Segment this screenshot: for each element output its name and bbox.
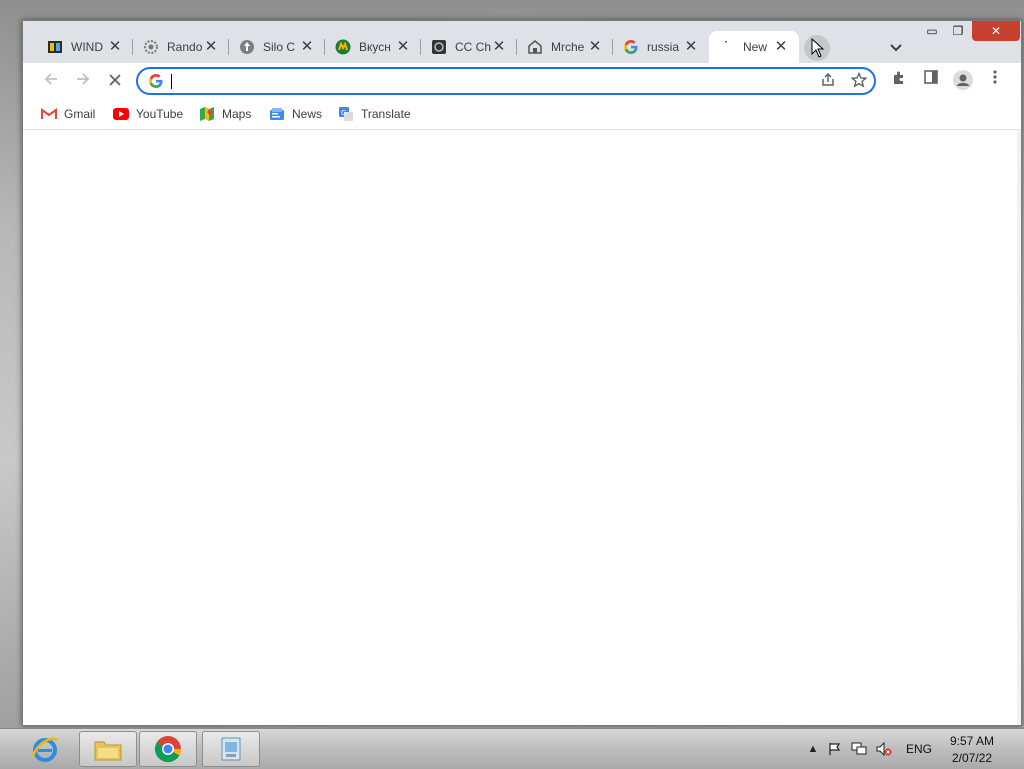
tab-mrche[interactable]: Mrche ✕ bbox=[517, 31, 613, 63]
chrome-button[interactable] bbox=[139, 731, 197, 767]
bookmark-youtube[interactable]: YouTube bbox=[113, 104, 183, 124]
app-button[interactable] bbox=[202, 731, 260, 767]
svg-text:G: G bbox=[341, 109, 346, 117]
network-icon[interactable] bbox=[851, 742, 867, 756]
address-bar[interactable] bbox=[136, 67, 876, 95]
internet-explorer-icon bbox=[31, 737, 58, 762]
folder-icon bbox=[94, 741, 122, 761]
back-icon[interactable] bbox=[39, 69, 63, 93]
maximize-button[interactable]: ❐ bbox=[945, 21, 971, 41]
close-icon[interactable]: ✕ bbox=[683, 39, 699, 55]
mouse-cursor-icon bbox=[811, 38, 825, 58]
share-icon[interactable] bbox=[818, 72, 838, 92]
show-hidden-icons-icon[interactable]: ▲ bbox=[805, 742, 821, 756]
page-content bbox=[23, 130, 1021, 725]
toolbar bbox=[23, 63, 1021, 99]
google-icon bbox=[623, 39, 639, 55]
bookmark-translate[interactable]: G Translate bbox=[338, 104, 411, 124]
gear-icon bbox=[143, 39, 159, 55]
game-icon bbox=[47, 39, 63, 55]
bookmark-label: YouTube bbox=[136, 107, 184, 121]
forward-icon[interactable] bbox=[71, 69, 95, 93]
volume-muted-icon[interactable] bbox=[876, 741, 892, 757]
vkusno-icon bbox=[335, 39, 351, 55]
file-explorer-button[interactable] bbox=[79, 731, 137, 767]
tab-title: New bbox=[743, 40, 768, 54]
tab-strip: WIND ✕ Rando ✕ Silo C ✕ Вкусн ✕ CC Ch ✕ … bbox=[23, 21, 1021, 63]
translate-icon: G bbox=[338, 106, 354, 122]
close-icon[interactable]: ✕ bbox=[395, 39, 411, 55]
close-icon[interactable]: ✕ bbox=[203, 39, 219, 55]
tab-russia[interactable]: russia ✕ bbox=[613, 31, 709, 63]
internet-explorer-button[interactable] bbox=[16, 731, 74, 767]
tab-random[interactable]: Rando ✕ bbox=[133, 31, 229, 63]
tab-vkusno[interactable]: Вкусн ✕ bbox=[325, 31, 421, 63]
close-icon[interactable]: ✕ bbox=[587, 39, 603, 55]
input-language[interactable]: ENG bbox=[906, 742, 932, 756]
close-window-button[interactable]: ✕ bbox=[972, 21, 1020, 41]
stop-loading-icon[interactable] bbox=[103, 69, 127, 93]
bookmarks-bar: Gmail YouTube Maps News G Translate bbox=[23, 99, 1021, 130]
taskbar: ▲ ENG 9:57 AM 2/07/22 bbox=[0, 728, 1024, 769]
loading-icon bbox=[719, 39, 735, 55]
tab-cc[interactable]: CC Ch ✕ bbox=[421, 31, 517, 63]
browser-window: WIND ✕ Rando ✕ Silo C ✕ Вкусн ✕ CC Ch ✕ … bbox=[22, 20, 1022, 726]
clock-time[interactable]: 9:57 AM bbox=[950, 734, 994, 748]
chip-icon bbox=[431, 39, 447, 55]
building-icon bbox=[527, 39, 543, 55]
bookmark-gmail[interactable]: Gmail bbox=[41, 104, 95, 124]
close-icon[interactable]: ✕ bbox=[107, 39, 123, 55]
star-icon[interactable] bbox=[849, 71, 869, 92]
text-caret bbox=[171, 74, 172, 89]
bookmark-label: Maps bbox=[222, 107, 252, 121]
chrome-icon bbox=[154, 735, 182, 763]
close-icon[interactable]: ✕ bbox=[491, 39, 507, 55]
bookmark-maps[interactable]: Maps bbox=[199, 104, 251, 124]
news-icon bbox=[269, 106, 285, 122]
bookmark-label: Gmail bbox=[64, 107, 96, 121]
chevron-down-icon[interactable] bbox=[885, 37, 907, 59]
address-input[interactable] bbox=[170, 72, 770, 90]
side-panel-icon[interactable] bbox=[919, 69, 943, 93]
profile-icon[interactable] bbox=[951, 69, 975, 93]
minimize-button[interactable]: ▭ bbox=[920, 21, 944, 41]
bookmark-label: News bbox=[292, 107, 323, 121]
google-icon bbox=[148, 73, 164, 89]
clock-date[interactable]: 2/07/22 bbox=[952, 751, 992, 765]
youtube-icon bbox=[113, 106, 129, 122]
maps-icon bbox=[199, 106, 215, 122]
tab-silo[interactable]: Silo C ✕ bbox=[229, 31, 325, 63]
app-window-icon bbox=[221, 737, 241, 761]
menu-dots-icon[interactable] bbox=[983, 69, 1007, 93]
close-icon[interactable]: ✕ bbox=[299, 39, 315, 55]
gmail-icon bbox=[41, 106, 57, 122]
window-edge bbox=[1017, 130, 1021, 725]
bookmark-label: Translate bbox=[361, 107, 411, 121]
tab-wind[interactable]: WIND ✕ bbox=[37, 31, 133, 63]
bookmark-news[interactable]: News bbox=[269, 104, 322, 124]
silo-icon bbox=[239, 39, 255, 55]
close-icon[interactable]: ✕ bbox=[773, 39, 789, 55]
action-center-flag-icon[interactable] bbox=[827, 742, 843, 756]
tab-new-tab[interactable]: New ✕ bbox=[709, 31, 799, 63]
extensions-icon[interactable] bbox=[887, 69, 911, 93]
